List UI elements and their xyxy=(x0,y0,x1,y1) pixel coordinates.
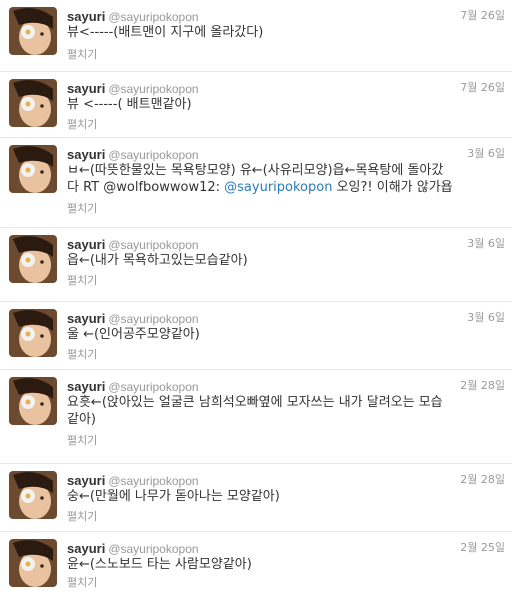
author-handle[interactable]: @sayuripokopon xyxy=(108,542,198,556)
tweet-header: sayuri @sayuripokopon 2월 28일 xyxy=(67,376,505,394)
avatar[interactable] xyxy=(9,539,57,587)
tweet-item: sayuri @sayuripokopon 2월 28일 요흣←(앉아있는 얼굴큰… xyxy=(0,370,512,464)
tweet-item: sayuri @sayuripokopon 3월 6일 울 ←(인어공주모양같아)… xyxy=(0,302,512,370)
avatar[interactable] xyxy=(9,79,57,127)
tweet-text-line: 같아) xyxy=(67,412,96,427)
tweet-text: 윤←(스노보드 타는 사람모양같아) xyxy=(67,557,252,572)
author-name[interactable]: sayuri xyxy=(67,541,105,556)
author-handle[interactable]: @sayuripokopon xyxy=(108,238,198,252)
expand-link[interactable]: 펼치기 xyxy=(67,200,97,216)
mention-link[interactable]: @sayuripokopon xyxy=(224,180,332,195)
tweet-text: 요흣←(앉아있는 얼굴큰 남희석오빠옆에 모자쓰는 내가 달려오는 모습 같아) xyxy=(67,394,505,428)
tweet-item: sayuri @sayuripokopon 7월 26일 뷰 <-----( 배트… xyxy=(0,72,512,138)
tweet-date[interactable]: 3월 6일 xyxy=(467,309,505,325)
author-name[interactable]: sayuri xyxy=(67,237,105,252)
tweet-text: 울 ←(인어공주모양같아) xyxy=(67,327,200,342)
tweet-text-line: 요흣←(앉아있는 얼굴큰 남희석오빠옆에 모자쓰는 내가 달려오는 모습 xyxy=(67,395,443,410)
expand-link[interactable]: 펼치기 xyxy=(67,46,97,62)
tweet-item: sayuri @sayuripokopon 3월 6일 읍←(내가 목욕하고있는모… xyxy=(0,228,512,302)
tweet-text: 뷰 <-----( 배트맨같아) xyxy=(67,97,192,112)
tweet-date[interactable]: 3월 6일 xyxy=(467,145,505,161)
tweet-date[interactable]: 2월 28일 xyxy=(460,471,505,487)
author-name[interactable]: sayuri xyxy=(67,311,105,326)
avatar[interactable] xyxy=(9,7,57,55)
expand-link[interactable]: 펼치기 xyxy=(67,272,97,288)
author-name[interactable]: sayuri xyxy=(67,81,105,96)
tweet-date[interactable]: 7월 26일 xyxy=(460,79,505,95)
tweet-item: sayuri @sayuripokopon 7월 26일 뷰<-----(배트맨이… xyxy=(0,0,512,72)
tweet-text: 읍←(내가 목욕하고있는모습같아) xyxy=(67,253,248,268)
author-name[interactable]: sayuri xyxy=(67,147,105,162)
expand-link[interactable]: 펼치기 xyxy=(67,508,97,524)
tweet-header: sayuri @sayuripokopon 7월 26일 xyxy=(67,78,505,96)
tweet-header: sayuri @sayuripokopon 2월 25일 xyxy=(67,538,505,556)
tweet-item: sayuri @sayuripokopon 2월 28일 숭←(만월에 나무가 돋… xyxy=(0,464,512,532)
avatar[interactable] xyxy=(9,471,57,519)
author-name[interactable]: sayuri xyxy=(67,9,105,24)
tweet-text: 숭←(만월에 나무가 돋아나는 모양같아) xyxy=(67,489,280,504)
tweet-header: sayuri @sayuripokopon 3월 6일 xyxy=(67,234,505,252)
avatar[interactable] xyxy=(9,377,57,425)
tweet-date[interactable]: 3월 6일 xyxy=(467,235,505,251)
tweet-header: sayuri @sayuripokopon 3월 6일 xyxy=(67,144,505,162)
expand-link[interactable]: 펼치기 xyxy=(67,574,97,590)
quote-text: 오잉?! 이해가 않가욥 xyxy=(332,180,453,195)
author-handle[interactable]: @sayuripokopon xyxy=(108,82,198,96)
avatar[interactable] xyxy=(9,145,57,193)
tweet-text-line: 다 RT @wolfbowwow12: @sayuripokopon 오잉?! … xyxy=(67,179,505,196)
retweet-quote: 다 RT @wolfbowwow12: xyxy=(67,180,225,195)
avatar[interactable] xyxy=(9,309,57,357)
author-handle[interactable]: @sayuripokopon xyxy=(108,380,198,394)
author-name[interactable]: sayuri xyxy=(67,473,105,488)
expand-link[interactable]: 펼치기 xyxy=(67,116,97,132)
tweet-text: 뷰<-----(배트맨이 지구에 올라갔다) xyxy=(67,25,264,40)
author-handle[interactable]: @sayuripokopon xyxy=(108,148,198,162)
tweet-header: sayuri @sayuripokopon 2월 28일 xyxy=(67,470,505,488)
author-handle[interactable]: @sayuripokopon xyxy=(108,10,198,24)
tweet-date[interactable]: 7월 26일 xyxy=(460,7,505,23)
author-handle[interactable]: @sayuripokopon xyxy=(108,312,198,326)
tweet-header: sayuri @sayuripokopon 3월 6일 xyxy=(67,308,505,326)
expand-link[interactable]: 펼치기 xyxy=(67,432,97,448)
tweet-date[interactable]: 2월 28일 xyxy=(460,377,505,393)
author-name[interactable]: sayuri xyxy=(67,379,105,394)
tweet-text: ㅂ←(따뜻한물있는 목욕탕모양) 유←(사유리모양)읍←목욕탕에 돌아갔 다 R… xyxy=(67,162,505,196)
tweet-item: sayuri @sayuripokopon 2월 25일 윤←(스노보드 타는 사… xyxy=(0,532,512,597)
avatar[interactable] xyxy=(9,235,57,283)
tweet-header: sayuri @sayuripokopon 7월 26일 xyxy=(67,6,505,24)
author-handle[interactable]: @sayuripokopon xyxy=(108,474,198,488)
expand-link[interactable]: 펼치기 xyxy=(67,346,97,362)
tweet-feed: sayuri @sayuripokopon 7월 26일 뷰<-----(배트맨이… xyxy=(0,0,512,597)
tweet-item: sayuri @sayuripokopon 3월 6일 ㅂ←(따뜻한물있는 목욕탕… xyxy=(0,138,512,228)
tweet-date[interactable]: 2월 25일 xyxy=(460,539,505,555)
tweet-text-line: ㅂ←(따뜻한물있는 목욕탕모양) 유←(사유리모양)읍←목욕탕에 돌아갔 xyxy=(67,163,444,178)
